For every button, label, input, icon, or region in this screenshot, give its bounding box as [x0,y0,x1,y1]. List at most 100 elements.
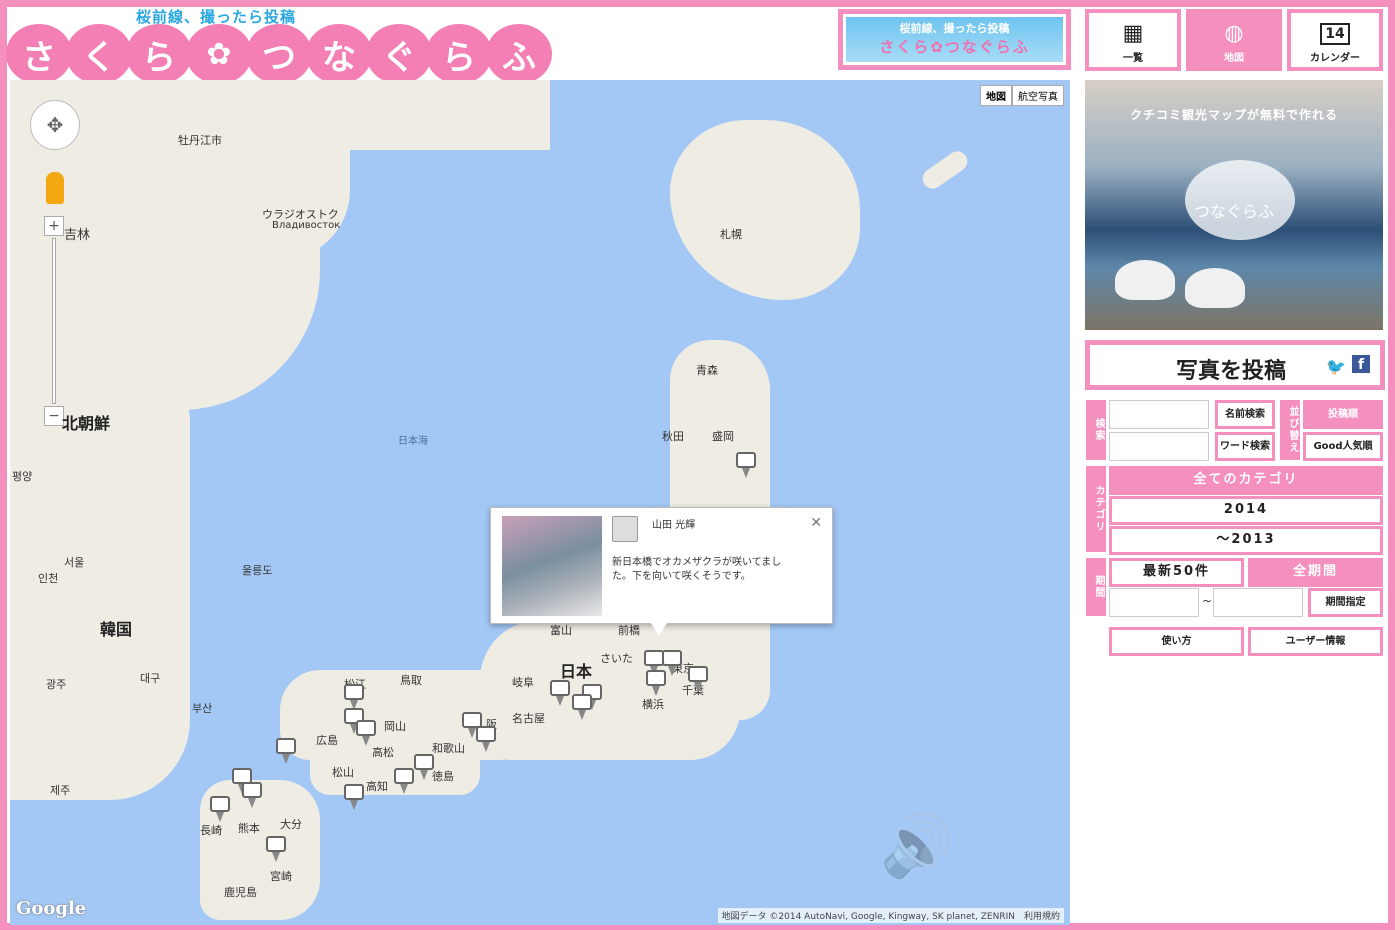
pegman-icon[interactable] [46,172,64,204]
label-place: 鳥取 [400,674,422,687]
nav-list-button[interactable]: ▦ 一覧 [1085,9,1181,71]
photo-pin-icon[interactable] [394,768,414,796]
logo-char: な [308,26,370,82]
category-2013-button[interactable]: ～2013 [1109,526,1383,555]
twitter-icon[interactable]: 🐦 [1326,357,1346,376]
promo-banner[interactable]: クチコミ観光マップが無料で作れる つなぐらふ [1085,80,1383,330]
photo-pin-icon[interactable] [266,836,286,864]
logo-char: ら [428,26,490,82]
photo-pin-icon[interactable] [476,726,496,754]
period-specify-button[interactable]: 期間指定 [1308,588,1383,617]
pan-control[interactable]: ✥ [30,100,80,150]
period-to-input[interactable] [1213,588,1303,617]
label-place: 盛岡 [712,430,734,443]
avatar[interactable] [612,516,638,542]
photo-pin-icon[interactable] [688,666,708,694]
photo-pin-icon[interactable] [356,720,376,748]
land-primorye [210,100,350,260]
label-place: 松山 [332,766,354,779]
period-from-input[interactable] [1109,588,1199,617]
zoom-control[interactable]: + − [44,216,64,428]
category-section-label: カテゴリ [1086,466,1106,552]
period-tilde: ~ [1202,594,1213,608]
popup-username[interactable]: 山田 光輝 [652,516,695,531]
label-place: 岐阜 [512,676,534,689]
label-place: 牡丹江市 [178,134,222,147]
label-place: 秋田 [662,430,684,443]
zoom-slider[interactable] [52,238,56,404]
photo-pin-icon[interactable] [242,782,262,810]
label-place: 평양 [12,470,33,483]
sort-by-good-button[interactable]: Good人気順 [1303,432,1383,461]
photo-pin-icon[interactable] [344,784,364,812]
category-all-button[interactable]: 全てのカテゴリ [1109,466,1383,495]
label-place: 和歌山 [432,742,465,755]
zoom-out-button[interactable]: − [44,406,64,426]
zoom-in-button[interactable]: + [44,216,64,236]
popup-photo[interactable] [502,516,602,616]
post-photo-label: 写真を投稿 [1176,359,1287,384]
photo-pin-icon[interactable] [414,754,434,782]
photo-pin-icon[interactable] [550,680,570,708]
label-place: 인천 [38,572,59,585]
name-search-input[interactable] [1109,400,1209,429]
period-all-button[interactable]: 全期間 [1248,558,1383,587]
logo-star-icon: ✿ [188,26,250,82]
logo-subtitle: 桜前線、撮ったら投稿 [136,8,297,26]
nav-calendar-button[interactable]: 14 カレンダー [1287,9,1383,71]
label-country-nk: 北朝鮮 [62,414,111,433]
label-place: 富山 [550,624,572,637]
site-logo[interactable]: 桜前線、撮ったら投稿 さ く ら ✿ つ な ぐ ら ふ [8,6,550,82]
photo-pin-icon[interactable] [646,670,666,698]
photo-pin-icon[interactable] [210,796,230,824]
label-place: 広島 [316,734,338,747]
word-search-button[interactable]: ワード検索 [1215,432,1275,461]
nav-calendar-label: カレンダー [1310,53,1360,64]
label-place: 横浜 [642,698,664,711]
nav-map-button[interactable]: ◍ 地図 [1186,9,1282,71]
banner-title: さくら✿つなぐらふ [879,38,1030,56]
label-place: 鹿児島 [224,886,257,899]
banner-inner: 桜前線、撮ったら投稿 さくら✿つなぐらふ [846,17,1063,62]
userinfo-button[interactable]: ユーザー情報 [1248,627,1383,656]
sort-section-label: 並び替え [1280,400,1300,460]
label-place: 熊本 [238,822,260,835]
close-icon[interactable]: ✕ [810,515,822,531]
map-type-satellite[interactable]: 航空写真 [1012,85,1064,106]
label-place: 札幌 [720,228,742,241]
word-search-input[interactable] [1109,432,1209,461]
swan-image [1115,260,1175,300]
photo-pin-icon[interactable] [572,694,592,722]
facebook-icon[interactable]: f [1352,355,1370,373]
header-banner[interactable]: 桜前線、撮ったら投稿 さくら✿つなぐらふ [838,9,1071,70]
photo-pin-icon[interactable] [736,452,756,480]
land-korea [10,380,190,800]
map-copyright: 地図データ ©2014 AutoNavi, Google, Kingway, S… [717,908,1064,923]
sort-by-post-button[interactable]: 投稿順 [1303,400,1383,429]
category-2014-button[interactable]: 2014 [1109,496,1383,525]
post-photo-box[interactable]: 写真を投稿 🐦 f [1085,340,1385,390]
label-place: 부산 [192,702,213,715]
label-country-japan: 日本 [560,662,593,681]
photo-pin-icon[interactable] [276,738,296,766]
label-place: さいた [600,652,633,665]
calendar-icon: 14 [1291,19,1379,49]
map-canvas[interactable]: 地図 航空写真 ✥ + − 日本海 日本 韓国 北朝鮮 札幌 青森 秋田 盛岡 … [10,80,1070,925]
swan-image [1185,268,1245,308]
map-type-map[interactable]: 地図 [980,85,1012,106]
search-section-label: 検索 [1086,400,1106,460]
period-section-label: 期間 [1086,558,1106,616]
label-place: 高知 [366,780,388,793]
name-search-button[interactable]: 名前検索 [1215,400,1275,429]
label-place: 徳島 [432,770,454,783]
label-place: Владивосток [272,220,341,231]
logo-char: ぐ [368,26,430,82]
land-hokkaido [670,120,860,300]
globe-icon: ◍ [1224,21,1244,46]
howto-button[interactable]: 使い方 [1109,627,1244,656]
label-place: 青森 [696,364,718,377]
sound-icon[interactable]: 🔊 [880,810,955,881]
label-place: 대구 [140,672,161,685]
banner-subtitle: 桜前線、撮ったら投稿 [899,22,1010,35]
period-latest50-button[interactable]: 最新50件 [1109,558,1244,587]
